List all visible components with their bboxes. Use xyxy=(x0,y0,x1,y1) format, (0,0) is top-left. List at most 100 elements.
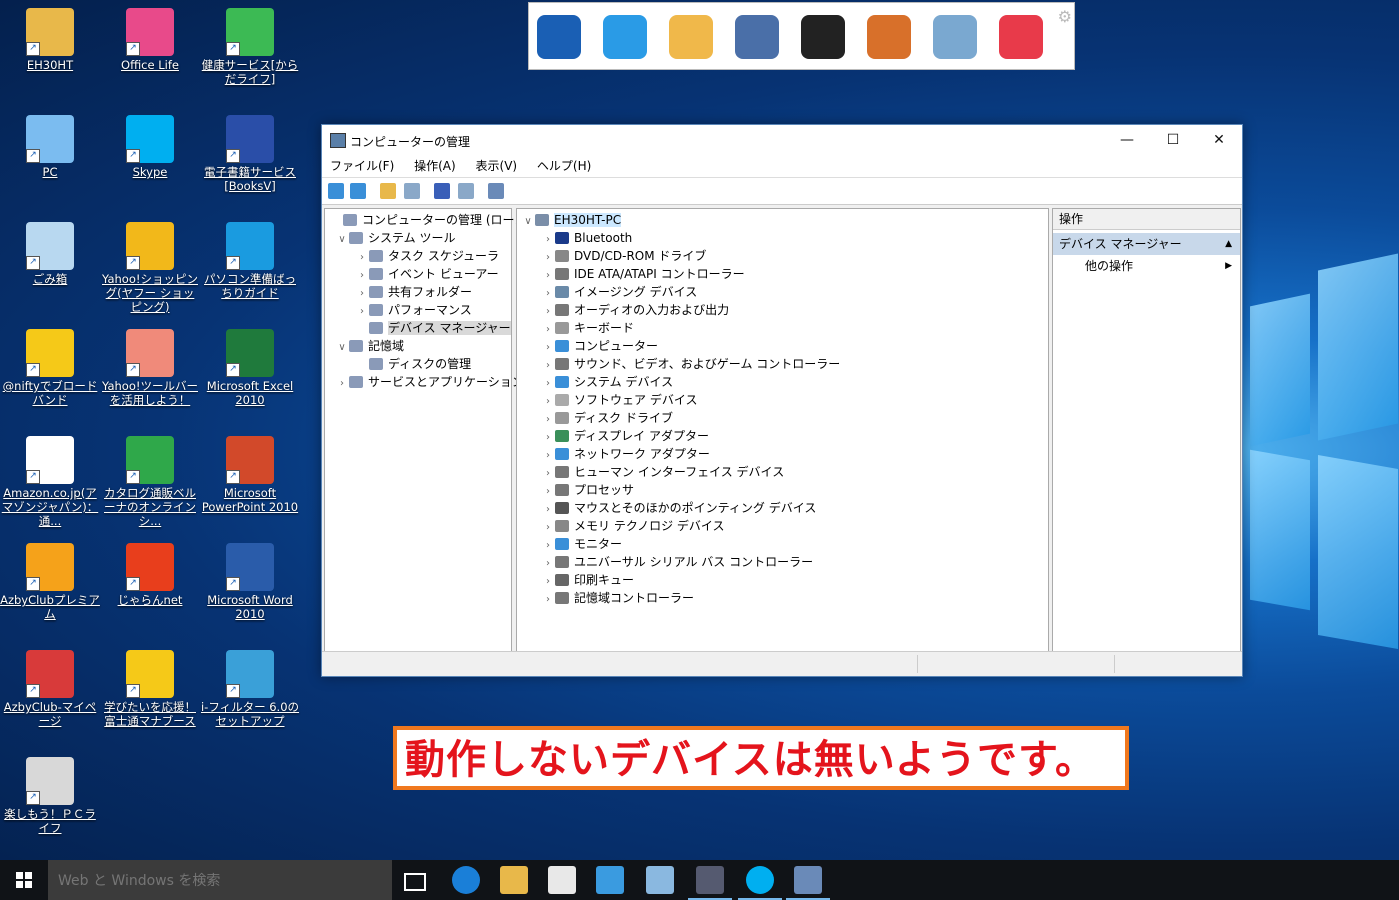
maximize-button[interactable]: ☐ xyxy=(1150,125,1196,155)
tree-item[interactable]: ディスクの管理 xyxy=(355,355,471,373)
device-category-row[interactable]: › プロセッサ xyxy=(541,481,634,499)
file-explorer-icon[interactable] xyxy=(500,866,528,894)
tree-item[interactable]: › サービスとアプリケーション xyxy=(335,373,524,391)
close-button[interactable]: ✕ xyxy=(1196,125,1242,155)
device-category-row[interactable]: › ディスク ドライブ xyxy=(541,409,673,427)
launcher-icon[interactable] xyxy=(688,866,732,900)
desktop-icon[interactable]: ↗ パソコン準備ばっちりガイド xyxy=(200,222,300,300)
device-category-row[interactable]: › イメージング デバイス xyxy=(541,283,697,301)
edge-browser-icon[interactable] xyxy=(452,866,480,894)
desktop-icon[interactable]: ↗ AzbyClubプレミアム xyxy=(0,543,100,621)
device-category-row[interactable]: › モニター xyxy=(541,535,622,553)
properties-icon[interactable] xyxy=(458,183,474,199)
tree-item[interactable]: ∨ システム ツール xyxy=(335,229,455,247)
media-player-icon[interactable] xyxy=(596,866,624,894)
start-button[interactable] xyxy=(0,860,48,900)
menu-view[interactable]: 表示(V) xyxy=(468,155,526,177)
desktop-icon[interactable]: ↗ 電子書籍サービス[BooksV] xyxy=(200,115,300,193)
desktop-icon[interactable]: ↗ @niftyでブロードバンド xyxy=(0,329,100,407)
desktop-icon[interactable]: ↗ カタログ通販ベルーナのオンラインシ... xyxy=(100,436,200,528)
desktop-icon[interactable]: ↗ EH30HT xyxy=(0,8,100,72)
device-category-row[interactable]: › キーボード xyxy=(541,319,634,337)
device-category-row[interactable]: › メモリ テクノロジ デバイス xyxy=(541,517,725,535)
device-category-row[interactable]: › サウンド、ビデオ、およびゲーム コントローラー xyxy=(541,355,840,373)
desktop-icon[interactable]: ↗ ごみ箱 xyxy=(0,222,100,286)
device-category-row[interactable]: › ソフトウェア デバイス xyxy=(541,391,697,409)
desktop-icon[interactable]: ↗ Yahoo!ショッピング(ヤフー ショッピング) xyxy=(100,222,200,314)
menu-file[interactable]: ファイル(F) xyxy=(322,155,402,177)
desktop-icon[interactable]: ↗ Microsoft PowerPoint 2010 xyxy=(200,436,300,514)
desktop-icon[interactable]: ↗ AzbyClub-マイページ xyxy=(0,650,100,728)
desktop-icon[interactable]: ↗ 学びたいを応援！富士通マナブース xyxy=(100,650,200,728)
gear-icon[interactable]: ⚙ xyxy=(1058,7,1072,26)
device-category-row[interactable]: › ネットワーク アダプター xyxy=(541,445,710,463)
device-category-row[interactable]: › 記憶域コントローラー xyxy=(541,589,694,607)
tree-item[interactable]: › イベント ビューアー xyxy=(355,265,499,283)
tree-item[interactable]: › パフォーマンス xyxy=(355,301,472,319)
skype-icon[interactable] xyxy=(738,866,782,900)
back-arrow-icon[interactable] xyxy=(328,183,344,199)
up-folder-icon[interactable] xyxy=(380,183,396,199)
paint-app-icon[interactable] xyxy=(646,866,674,894)
device-category-label: モニター xyxy=(574,537,623,551)
mail-envelope-icon[interactable] xyxy=(669,15,713,59)
desktop-icon[interactable]: ↗ Microsoft Excel 2010 xyxy=(200,329,300,407)
dictionary-icon[interactable] xyxy=(867,15,911,59)
device-category-row[interactable]: › マウスとそのほかのポインティング デバイス xyxy=(541,499,816,517)
chevron-down-icon[interactable]: ∨ xyxy=(521,213,535,231)
device-category-row[interactable]: › ディスプレイ アダプター xyxy=(541,427,709,445)
title-bar[interactable]: コンピューターの管理 — ☐ ✕ xyxy=(322,125,1242,155)
ie-browser-icon[interactable] xyxy=(603,15,647,59)
device-category-row[interactable]: › DVD/CD-ROM ドライブ xyxy=(541,247,706,265)
collapse-up-icon[interactable]: ▲ xyxy=(1225,233,1232,255)
actions-section[interactable]: デバイス マネージャー ▲ xyxy=(1053,233,1240,255)
device-category-row[interactable]: › ユニバーサル シリアル バス コントローラー xyxy=(541,553,813,571)
task-view-icon[interactable] xyxy=(404,873,426,891)
at-mail-icon[interactable] xyxy=(537,15,581,59)
chevron-right-icon[interactable]: › xyxy=(335,375,349,393)
tree-item[interactable]: › タスク スケジューラ xyxy=(355,247,499,265)
device-root-row[interactable]: ∨ EH30HT-PC xyxy=(521,211,622,231)
device-category-row[interactable]: › ヒューマン インターフェイス デバイス xyxy=(541,463,784,481)
device-category-row[interactable]: › コンピューター xyxy=(541,337,658,355)
forward-arrow-icon[interactable] xyxy=(350,183,366,199)
show-hide-tree-icon[interactable] xyxy=(404,183,420,199)
pc-support-icon[interactable] xyxy=(999,15,1043,59)
desktop-icon[interactable]: ↗ 健康サービス[からだライフ] xyxy=(200,8,300,86)
backup-icon[interactable] xyxy=(933,15,977,59)
dvd-player-icon[interactable] xyxy=(801,15,845,59)
search-input[interactable] xyxy=(56,868,380,894)
desktop-icon[interactable]: ↗ i-フィルター 6.0のセットアップ xyxy=(200,650,300,728)
other-actions-item[interactable]: 他の操作 ▶ xyxy=(1053,255,1240,277)
store-icon[interactable] xyxy=(548,866,576,894)
tree-item[interactable]: › 共有フォルダー xyxy=(355,283,472,301)
minimize-button[interactable]: — xyxy=(1104,125,1150,155)
desktop-icon[interactable]: ↗ Yahoo!ツールバーを活用しよう！ xyxy=(100,329,200,407)
device-category-row[interactable]: › システム デバイス xyxy=(541,373,673,391)
help-icon[interactable] xyxy=(434,183,450,199)
chevron-right-icon[interactable]: › xyxy=(541,591,555,609)
scan-hardware-icon[interactable] xyxy=(488,183,504,199)
search-box[interactable] xyxy=(48,860,392,900)
desktop-icon[interactable]: ↗ 楽しもう！ＰＣライフ xyxy=(0,757,100,835)
device-category-row[interactable]: › オーディオの入力および出力 xyxy=(541,301,729,319)
desktop-icon[interactable]: ↗ Office Life xyxy=(100,8,200,72)
pc-settings-icon[interactable] xyxy=(735,15,779,59)
desktop-icon-label: ごみ箱 xyxy=(32,272,68,286)
chevron-down-icon[interactable]: ∨ xyxy=(335,339,349,357)
desktop-icon[interactable]: ↗ じゃらんnet xyxy=(100,543,200,607)
tree-item[interactable]: デバイス マネージャー xyxy=(355,319,511,337)
menu-help[interactable]: ヘルプ(H) xyxy=(529,155,599,177)
device-category-row[interactable]: › IDE ATA/ATAPI コントローラー xyxy=(541,265,745,283)
menu-action[interactable]: 操作(A) xyxy=(406,155,464,177)
tree-item[interactable]: ∨ 記憶域 xyxy=(335,337,404,355)
device-category-row[interactable]: › Bluetooth xyxy=(541,229,632,247)
device-category-row[interactable]: › 印刷キュー xyxy=(541,571,634,589)
desktop-icon[interactable]: ↗ Microsoft Word 2010 xyxy=(200,543,300,621)
tree-item[interactable]: コンピューターの管理 (ローカル) xyxy=(329,211,543,229)
desktop-icon[interactable]: ↗ Skype xyxy=(100,115,200,179)
chevron-down-icon[interactable]: ∨ xyxy=(335,231,349,249)
computer-management-task-icon[interactable] xyxy=(786,866,830,900)
desktop-icon[interactable]: ↗ Amazon.co.jp(アマゾンジャパン)：通... xyxy=(0,436,100,528)
desktop-icon[interactable]: ↗ PC xyxy=(0,115,100,179)
